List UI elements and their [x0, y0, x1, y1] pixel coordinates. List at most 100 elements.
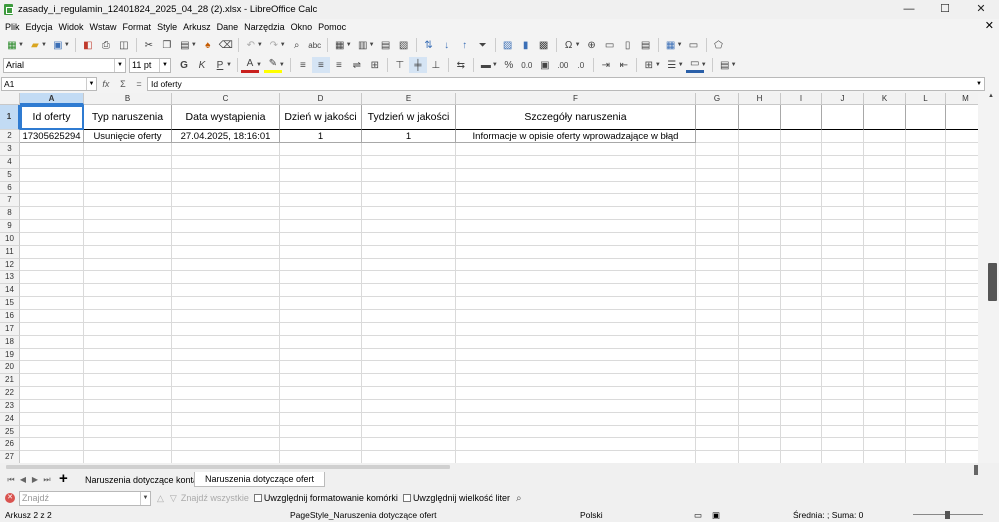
- cell-e2[interactable]: 1: [362, 130, 456, 143]
- cell-e6[interactable]: [362, 181, 456, 195]
- cell-f17[interactable]: [456, 322, 696, 336]
- cell-d21[interactable]: [280, 374, 362, 388]
- cell-a12[interactable]: [20, 258, 84, 272]
- row-header-16[interactable]: 16: [0, 309, 20, 323]
- cell-f18[interactable]: [456, 335, 696, 349]
- cell-c25[interactable]: [172, 425, 280, 439]
- cell-h17[interactable]: [739, 322, 781, 336]
- cell-j22[interactable]: [822, 387, 864, 400]
- cell-a10[interactable]: [20, 232, 84, 246]
- cell-a20[interactable]: [20, 361, 84, 375]
- align-center-icon[interactable]: ≡: [311, 57, 330, 73]
- cell-a26[interactable]: [20, 438, 84, 452]
- cell-l8[interactable]: [906, 207, 946, 221]
- cell-k25[interactable]: [864, 425, 906, 439]
- cell-i10[interactable]: [781, 232, 822, 246]
- cell-e4[interactable]: [362, 155, 456, 169]
- sum-icon[interactable]: Σ: [120, 79, 126, 89]
- menu-sheet[interactable]: Arkusz: [183, 22, 211, 32]
- row-header-1[interactable]: 1: [0, 105, 20, 130]
- scroll-up-icon[interactable]: ▲: [988, 93, 994, 99]
- cell-m10[interactable]: [946, 233, 978, 246]
- cell-l2[interactable]: [906, 130, 946, 143]
- formula-icon[interactable]: =: [136, 79, 141, 89]
- cell-j26[interactable]: [822, 438, 864, 452]
- vertical-scrollbar[interactable]: ▲: [986, 93, 999, 476]
- cell-i4[interactable]: [781, 155, 822, 169]
- cell-l13[interactable]: [906, 271, 946, 285]
- cell-f12[interactable]: [456, 258, 696, 272]
- cell-k10[interactable]: [864, 232, 906, 246]
- match-format-checkbox[interactable]: Uwzględnij formatowanie komórki: [253, 493, 398, 503]
- cell-j9[interactable]: [822, 220, 864, 233]
- cell-f15[interactable]: [456, 297, 696, 310]
- cell-m9[interactable]: [946, 220, 978, 233]
- cell-e8[interactable]: [362, 207, 456, 221]
- cell-f23[interactable]: [456, 399, 696, 413]
- cell-k14[interactable]: [864, 284, 906, 298]
- cell-d22[interactable]: [280, 387, 362, 400]
- cell-k18[interactable]: [864, 335, 906, 349]
- row-header-19[interactable]: 19: [0, 348, 20, 362]
- cell-a6[interactable]: [20, 181, 84, 195]
- cell-l14[interactable]: [906, 284, 946, 298]
- row-header-6[interactable]: 6: [0, 181, 20, 195]
- cell-k27[interactable]: [864, 451, 906, 463]
- row-header-2[interactable]: 2: [0, 130, 20, 143]
- cell-i27[interactable]: [781, 451, 822, 463]
- add-decimal-icon[interactable]: .00: [554, 57, 572, 73]
- cell-e9[interactable]: [362, 220, 456, 233]
- cell-l21[interactable]: [906, 374, 946, 388]
- cell-m23[interactable]: [946, 400, 978, 413]
- row-header-5[interactable]: 5: [0, 168, 20, 182]
- cell-m27[interactable]: [946, 451, 978, 463]
- cell-j6[interactable]: [822, 181, 864, 195]
- cell-c27[interactable]: [172, 451, 280, 463]
- cell-b6[interactable]: [84, 181, 172, 195]
- cell-e23[interactable]: [362, 399, 456, 413]
- cell-f25[interactable]: [456, 425, 696, 439]
- menu-tools[interactable]: Narzędzia: [244, 22, 285, 32]
- cell-d8[interactable]: [280, 207, 362, 221]
- increase-indent-icon[interactable]: ⇥: [597, 57, 615, 73]
- align-left-icon[interactable]: ≡: [294, 57, 312, 73]
- cell-h18[interactable]: [739, 335, 781, 349]
- cell-a16[interactable]: [20, 309, 84, 323]
- cell-m26[interactable]: [946, 438, 978, 452]
- cell-c17[interactable]: [172, 322, 280, 336]
- cell-i8[interactable]: [781, 207, 822, 221]
- row-header-10[interactable]: 10: [0, 232, 20, 246]
- row-header-22[interactable]: 22: [0, 387, 20, 400]
- clear-formatting-icon[interactable]: ⌫: [217, 37, 235, 53]
- cell-e27[interactable]: [362, 451, 456, 463]
- splitter-handle[interactable]: [974, 465, 978, 475]
- cell-g6[interactable]: [696, 181, 739, 195]
- cell-f21[interactable]: [456, 374, 696, 388]
- minimize-button[interactable]: —: [891, 0, 927, 19]
- cell-h8[interactable]: [739, 207, 781, 221]
- cell-a1[interactable]: Id oferty: [20, 105, 84, 130]
- cell-g9[interactable]: [696, 220, 739, 233]
- cell-c13[interactable]: [172, 271, 280, 285]
- cell-k20[interactable]: [864, 361, 906, 375]
- cell-a23[interactable]: [20, 399, 84, 413]
- chevron-down-icon[interactable]: ▼: [114, 58, 125, 72]
- cell-j23[interactable]: [822, 399, 864, 413]
- cell-l19[interactable]: [906, 348, 946, 362]
- menu-insert[interactable]: Wstaw: [90, 22, 117, 32]
- autofilter-icon[interactable]: ⏷: [474, 37, 492, 53]
- cell-d17[interactable]: [280, 322, 362, 336]
- menu-view[interactable]: Widok: [59, 22, 84, 32]
- cell-j13[interactable]: [822, 271, 864, 285]
- column-header-h[interactable]: H: [739, 93, 781, 105]
- cell-b15[interactable]: [84, 297, 172, 310]
- cell-h21[interactable]: [739, 374, 781, 388]
- cell-e17[interactable]: [362, 322, 456, 336]
- cell-m19[interactable]: [946, 349, 978, 362]
- cell-l3[interactable]: [906, 143, 946, 156]
- cell-k26[interactable]: [864, 438, 906, 452]
- cell-g1[interactable]: [696, 105, 739, 130]
- cell-h9[interactable]: [739, 220, 781, 233]
- cell-f3[interactable]: [456, 143, 696, 156]
- cell-k6[interactable]: [864, 181, 906, 195]
